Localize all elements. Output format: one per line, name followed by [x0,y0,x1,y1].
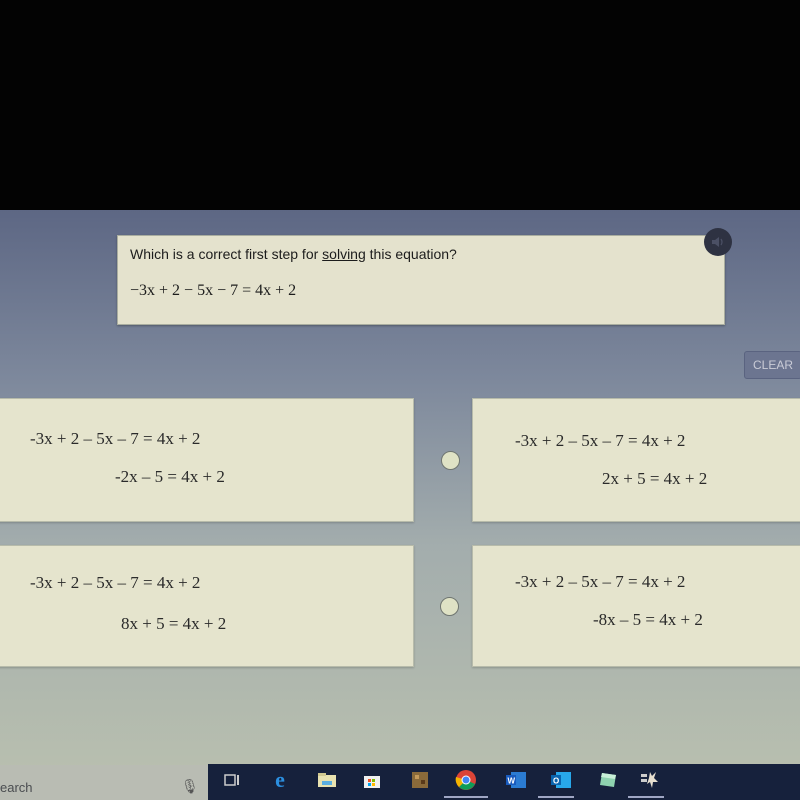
question-equation: −3x + 2 − 5x − 7 = 4x + 2 [130,282,297,299]
outlook-icon[interactable]: O [547,768,575,792]
choice-3-line-1: -3x + 2 – 5x – 7 = 4x + 2 [30,573,201,592]
choice-1-line-1: -3x + 2 – 5x – 7 = 4x + 2 [30,429,201,448]
outlook-active-indicator [538,796,574,798]
radio-choice-4[interactable] [440,597,459,616]
svg-text:O: O [553,777,559,786]
prompt-text: Which is a correct first step for [130,246,323,262]
task-view-icon[interactable] [218,768,246,792]
search-box-text: earch [0,780,33,795]
svg-text:W: W [508,777,516,786]
chrome-icon[interactable] [452,768,480,792]
file-explorer-icon[interactable] [313,768,341,792]
speaker-icon [712,237,723,247]
chrome-active-indicator [444,796,488,798]
word-icon[interactable]: W [502,768,530,792]
answer-choice-4[interactable]: -3x + 2 – 5x – 7 = 4x + 2 -8x – 5 = 4x +… [472,545,800,667]
app-active-indicator [628,796,664,798]
answer-choice-1[interactable]: -3x + 2 – 5x – 7 = 4x + 2 -2x – 5 = 4x +… [0,398,414,522]
choice-1-line-2: -2x – 5 = 4x + 2 [115,467,225,486]
answer-choice-2[interactable]: -3x + 2 – 5x – 7 = 4x + 2 2x + 5 = 4x + … [472,398,800,522]
minecraft-icon[interactable] [406,768,434,792]
app-icon[interactable] [636,768,664,792]
answer-choice-3[interactable]: -3x + 2 – 5x – 7 = 4x + 2 8x + 5 = 4x + … [0,545,414,667]
clear-button[interactable]: CLEAR [744,351,800,379]
question-card: Which is a correct first step for solvin… [117,235,725,325]
edge-icon[interactable]: e [266,767,294,792]
audio-button[interactable] [704,228,732,256]
question-prompt: Which is a correct first step for solvin… [130,246,457,262]
choice-3-line-2: 8x + 5 = 4x + 2 [121,614,227,633]
choice-2-line-2: 2x + 5 = 4x + 2 [602,469,708,488]
microphone-icon[interactable]: 🎙 [181,778,199,795]
choice-2-line-1: -3x + 2 – 5x – 7 = 4x + 2 [515,431,686,450]
prompt-text-end: this equation? [365,246,457,262]
choice-4-line-2: -8x – 5 = 4x + 2 [593,610,703,629]
prompt-underlined-word[interactable]: solving [322,246,366,262]
notes-icon[interactable] [594,768,622,792]
choice-4-line-1: -3x + 2 – 5x – 7 = 4x + 2 [515,572,686,591]
dark-top-region [0,0,800,212]
radio-choice-2[interactable] [441,451,460,470]
store-icon[interactable] [358,768,386,792]
